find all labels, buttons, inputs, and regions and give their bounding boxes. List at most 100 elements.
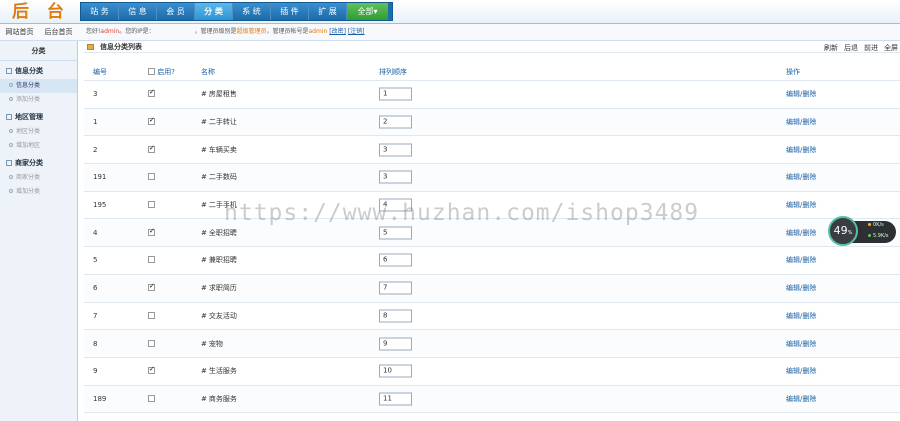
row-enabled <box>148 201 155 209</box>
enabled-checkbox[interactable] <box>148 88 155 98</box>
delete-link[interactable]: 删除 <box>802 173 816 181</box>
nav-tab-5[interactable]: 插 件 <box>271 3 309 20</box>
sidebar-title: 分类 <box>0 41 77 61</box>
delete-link[interactable]: 删除 <box>802 367 816 375</box>
enabled-checkbox[interactable] <box>148 201 155 209</box>
delete-link[interactable]: 删除 <box>802 284 816 292</box>
edit-link[interactable]: 编辑 <box>786 201 800 209</box>
sidebar-group-2[interactable]: 商家分类 <box>0 156 77 171</box>
nav-tab-7[interactable]: 全部▾ <box>347 3 388 20</box>
edit-link[interactable]: 编辑 <box>786 312 800 320</box>
enabled-checkbox[interactable] <box>148 365 155 375</box>
change-password-link[interactable]: [改密] <box>329 28 346 35</box>
edit-link[interactable]: 编辑 <box>786 340 800 348</box>
bullet-icon <box>9 129 13 133</box>
sort-order-input[interactable]: 1 <box>379 87 412 101</box>
edit-link[interactable]: 编辑 <box>786 367 800 375</box>
delete-link[interactable]: 删除 <box>802 90 816 98</box>
link-admin-home[interactable]: 后台首页 <box>39 24 78 40</box>
row-id: 2 <box>93 145 98 154</box>
sort-order-input[interactable]: 8 <box>379 309 412 323</box>
delete-link[interactable]: 删除 <box>802 256 816 264</box>
nav-tab-2[interactable]: 会 员 <box>157 3 195 20</box>
row-sort: 3 <box>379 170 412 184</box>
nav-tab-3[interactable]: 分 类 <box>195 3 233 20</box>
edit-link[interactable]: 编辑 <box>786 395 800 403</box>
sidebar-item-2-1[interactable]: 增加分类 <box>0 185 77 199</box>
delete-link[interactable]: 删除 <box>802 312 816 320</box>
edit-link[interactable]: 编辑 <box>786 90 800 98</box>
enabled-checkbox[interactable] <box>148 256 155 264</box>
nav-tab-4[interactable]: 系 统 <box>233 3 271 20</box>
row-sort: 9 <box>379 337 412 351</box>
enabled-checkbox[interactable] <box>148 173 155 181</box>
row-enabled <box>148 144 155 154</box>
delete-link[interactable]: 删除 <box>802 340 816 348</box>
enabled-checkbox[interactable] <box>148 116 155 126</box>
edit-link[interactable]: 编辑 <box>786 173 800 181</box>
delete-link[interactable]: 删除 <box>802 395 816 403</box>
sort-order-input[interactable]: 3 <box>379 143 412 157</box>
download-speed: 5.9K/s <box>868 233 889 239</box>
link-site-home[interactable]: 网站首页 <box>0 24 39 40</box>
notice-b: ，管理员帐号是 <box>266 28 309 35</box>
edit-link[interactable]: 编辑 <box>786 146 800 154</box>
nav-tab-6[interactable]: 扩 展 <box>309 3 347 20</box>
sidebar-group-0[interactable]: 信息分类 <box>0 64 77 79</box>
logout-link[interactable]: [注销] <box>348 28 365 35</box>
delete-link[interactable]: 删除 <box>802 146 816 154</box>
sort-order-input[interactable]: 9 <box>379 337 412 351</box>
row-name: # 宠物 <box>201 339 223 349</box>
toolbar-button-3[interactable]: 全屏 <box>884 43 898 53</box>
row-id: 191 <box>93 173 107 182</box>
row-enabled <box>148 365 155 375</box>
sidebar-item-0-0[interactable]: 信息分类 <box>0 79 77 93</box>
toolbar-button-2[interactable]: 前进 <box>864 43 878 53</box>
sort-order-input[interactable]: 11 <box>379 392 412 406</box>
select-all-checkbox[interactable] <box>148 67 155 75</box>
edit-link[interactable]: 编辑 <box>786 284 800 292</box>
sidebar-item-1-1[interactable]: 增加地区 <box>0 139 77 153</box>
delete-link[interactable]: 删除 <box>802 118 816 126</box>
edit-link[interactable]: 编辑 <box>786 229 800 237</box>
sort-order-input[interactable]: 6 <box>379 253 412 267</box>
enabled-checkbox[interactable] <box>148 227 155 236</box>
nav-tab-1[interactable]: 信 息 <box>119 3 157 20</box>
hash-mark: # <box>201 339 207 348</box>
welcome-text: 您好!admin。您的IP是： ，管理员级别是超级管理员，管理员帐号是admin… <box>86 24 365 40</box>
sidebar-item-label: 地区分类 <box>16 128 41 135</box>
enabled-checkbox[interactable] <box>148 394 155 402</box>
sort-order-input[interactable]: 3 <box>379 170 412 184</box>
edit-link[interactable]: 编辑 <box>786 256 800 264</box>
sort-order-input[interactable]: 7 <box>379 281 412 295</box>
hash-mark: # <box>201 311 207 320</box>
sort-order-input[interactable]: 5 <box>379 226 412 240</box>
enabled-checkbox[interactable] <box>148 282 155 292</box>
enabled-checkbox[interactable] <box>148 144 155 153</box>
sidebar-item-0-1[interactable]: 添加分类 <box>0 93 77 107</box>
sort-order-input[interactable]: 4 <box>379 198 412 212</box>
sidebar-item-2-0[interactable]: 商家分类 <box>0 171 77 185</box>
edit-link[interactable]: 编辑 <box>786 118 800 126</box>
enabled-checkbox[interactable] <box>148 311 155 319</box>
delete-link[interactable]: 删除 <box>802 201 816 209</box>
nav-tab-0[interactable]: 站 务 <box>81 3 119 20</box>
row-name: # 车辆买卖 <box>201 145 237 155</box>
hash-mark: # <box>201 90 207 99</box>
sidebar-group-1[interactable]: 地区管理 <box>0 110 77 125</box>
delete-link[interactable]: 删除 <box>802 229 816 237</box>
row-sort: 4 <box>379 198 412 212</box>
sidebar-item-1-0[interactable]: 地区分类 <box>0 125 77 139</box>
sort-order-input[interactable]: 2 <box>379 115 412 129</box>
folder-icon <box>87 44 94 50</box>
row-enabled <box>148 256 155 264</box>
row-enabled <box>148 394 155 403</box>
enabled-checkbox[interactable] <box>148 339 155 347</box>
download-arrow-icon <box>868 234 871 237</box>
row-id: 195 <box>93 201 107 210</box>
toolbar-button-0[interactable]: 刷新 <box>824 43 838 53</box>
network-speed-widget[interactable]: 49% 0K/s 5.9K/s <box>828 216 898 246</box>
row-name: # 求职简历 <box>201 283 237 293</box>
toolbar-button-1[interactable]: 后退 <box>844 43 858 53</box>
sort-order-input[interactable]: 10 <box>379 364 412 378</box>
